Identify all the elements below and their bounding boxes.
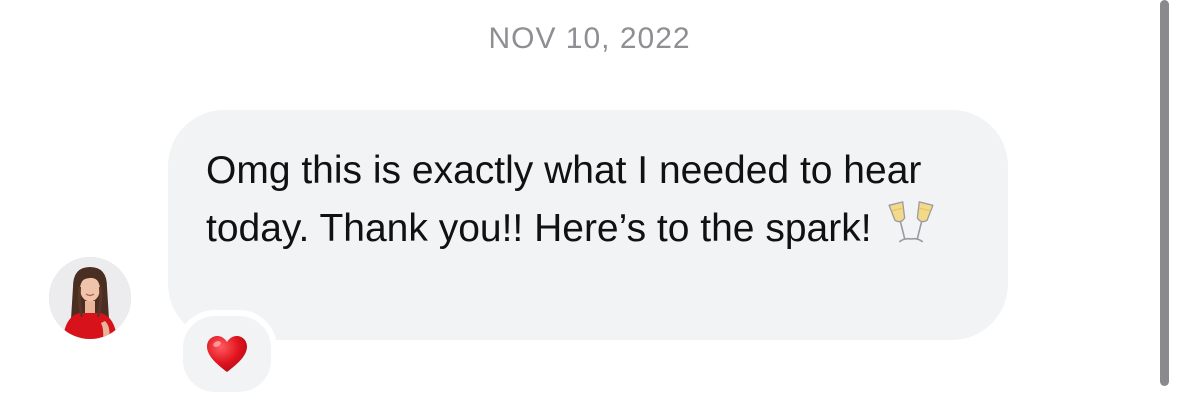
message-thread: NOV 10, 2022 Omg this is exactly what I … [0,0,1179,419]
date-separator: NOV 10, 2022 [488,22,691,55]
message-text: Omg this is exactly what I needed to hea… [206,149,922,250]
message-text-container: Omg this is exactly what I needed to hea… [206,142,976,265]
scrollbar[interactable] [1160,0,1169,386]
clinking-glasses-icon [886,199,936,265]
reaction-badge[interactable] [177,310,277,398]
red-heart-icon [207,336,247,372]
profile-photo-avatar [49,257,131,339]
sender-avatar[interactable] [49,257,131,339]
message-bubble[interactable]: Omg this is exactly what I needed to hea… [168,110,1008,340]
